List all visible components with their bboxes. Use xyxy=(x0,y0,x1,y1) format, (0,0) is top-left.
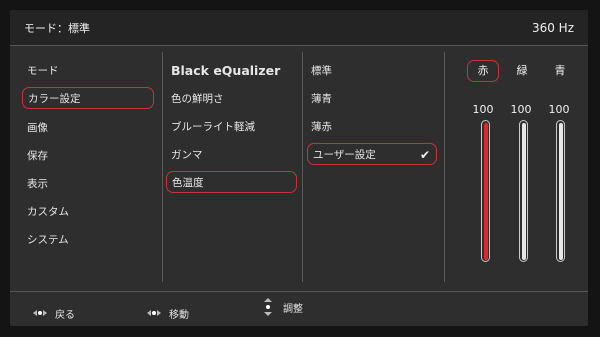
osd-footer: 戻る 移動 調整 xyxy=(10,298,588,326)
footer-divider xyxy=(10,291,588,292)
footer-back: 戻る xyxy=(33,306,75,321)
menu-item-custom[interactable]: カスタム xyxy=(22,201,154,223)
channel-blue-fill xyxy=(558,122,563,260)
menu-item-picture[interactable]: 画像 xyxy=(22,117,154,139)
channel-blue-slider[interactable] xyxy=(556,120,565,262)
header-divider xyxy=(10,45,588,46)
channel-green-label[interactable]: 緑 xyxy=(507,61,537,83)
channel-green-slider[interactable] xyxy=(519,120,528,262)
rgb-adjust-panel: 赤 緑 青 100 100 100 xyxy=(444,52,588,282)
menu-item-color-settings[interactable]: カラー設定 xyxy=(22,87,154,109)
footer-adjust: 調整 xyxy=(261,298,303,316)
menu-item-mode[interactable]: モード xyxy=(22,60,154,82)
option-user-defined[interactable]: ユーザー設定 ✔ xyxy=(307,143,437,165)
option-reddish[interactable]: 薄赤 xyxy=(306,116,438,138)
channel-red-value: 100 xyxy=(472,103,494,116)
submenu-item-gamma[interactable]: ガンマ xyxy=(166,144,298,166)
footer-adjust-label: 調整 xyxy=(283,303,303,315)
menu-item-display[interactable]: 表示 xyxy=(22,173,154,195)
channel-red-slider[interactable] xyxy=(481,120,490,262)
menu-item-save[interactable]: 保存 xyxy=(22,145,154,167)
submenu-item-color-temperature[interactable]: 色温度 xyxy=(166,171,297,193)
channel-blue-label[interactable]: 青 xyxy=(545,61,575,83)
refresh-rate: 360 Hz xyxy=(531,20,574,35)
color-settings-submenu: Black eQualizer 色の鮮明さ ブルーライト軽減 ガンマ 色温度 xyxy=(162,52,303,282)
osd-menu: モード：標準 360 Hz モード カラー設定 画像 保存 表示 カスタム シス… xyxy=(10,10,588,326)
option-standard[interactable]: 標準 xyxy=(306,60,438,82)
checkmark-icon: ✔ xyxy=(419,148,430,162)
dpad-left-right-icon xyxy=(33,306,47,320)
channel-red-label[interactable]: 赤 xyxy=(467,60,499,82)
channel-red-fill xyxy=(483,122,488,260)
footer-back-label: 戻る xyxy=(55,309,75,321)
option-bluish[interactable]: 薄青 xyxy=(306,88,438,110)
footer-move-label: 移動 xyxy=(169,309,189,321)
main-menu: モード カラー設定 画像 保存 表示 カスタム システム xyxy=(22,52,163,282)
color-temperature-options: 標準 薄青 薄赤 ユーザー設定 ✔ xyxy=(302,52,445,282)
menu-item-system[interactable]: システム xyxy=(22,229,154,251)
osd-header: モード：標準 360 Hz xyxy=(10,10,588,45)
current-mode-label: モード：標準 xyxy=(24,21,90,35)
submenu-item-black-equalizer[interactable]: Black eQualizer xyxy=(166,60,298,82)
footer-move: 移動 xyxy=(147,306,189,321)
submenu-item-color-vibrance[interactable]: 色の鮮明さ xyxy=(166,88,298,110)
channel-blue-value: 100 xyxy=(548,103,570,116)
channel-green-fill xyxy=(521,122,526,260)
submenu-item-low-blue-light[interactable]: ブルーライト軽減 xyxy=(166,116,298,138)
option-user-defined-label: ユーザー設定 xyxy=(313,149,376,161)
channel-green-value: 100 xyxy=(510,103,532,116)
dpad-left-right-icon xyxy=(147,306,161,320)
dpad-up-down-icon xyxy=(261,298,275,316)
